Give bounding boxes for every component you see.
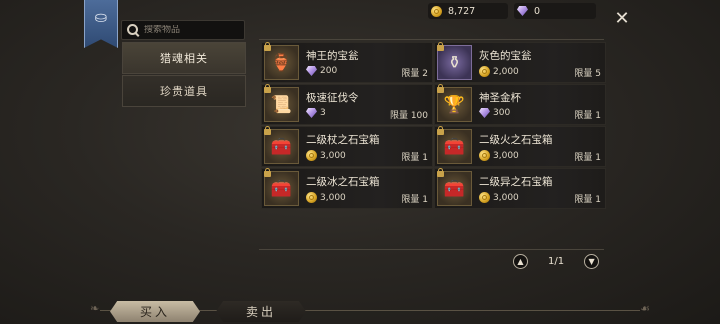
gem-icon	[517, 6, 528, 16]
item-name: 神圣金杯	[479, 92, 521, 104]
search-box[interactable]	[121, 20, 245, 40]
gem-icon	[306, 66, 317, 76]
item-name: 二级异之石宝箱	[479, 176, 553, 188]
lock-icon	[437, 126, 444, 135]
shop-item[interactable]: 🏆 神圣金杯 300 限量 1	[434, 84, 606, 125]
sell-tab-button[interactable]: 卖出	[216, 301, 306, 322]
gold-coin-icon	[479, 150, 490, 161]
gold-coin-icon	[479, 192, 490, 203]
item-name: 极速征伐令	[306, 92, 359, 104]
page-indicator: 1/1	[548, 255, 565, 267]
bag-icon: ⛀	[94, 8, 108, 26]
chalice-icon: 🏆	[437, 84, 472, 122]
item-name: 神王的宝瓮	[306, 50, 359, 62]
item-price: 3,000	[306, 150, 346, 161]
item-limit: 限量 100	[389, 111, 428, 121]
item-limit: 限量 1	[574, 195, 601, 205]
lock-icon	[437, 168, 444, 177]
gem-icon	[306, 108, 317, 118]
treasure-chest-icon: 🧰	[264, 168, 299, 206]
close-icon[interactable]: ✕	[612, 9, 632, 29]
gem-amount: 0	[534, 5, 541, 17]
item-price: 200	[306, 66, 337, 76]
gold-amount: 8,727	[448, 5, 476, 17]
item-name: 二级火之石宝箱	[479, 134, 553, 146]
shop-item[interactable]: ⚱ 灰色的宝瓮 2,000 限量 5	[434, 42, 606, 83]
item-limit: 限量 2	[401, 69, 428, 79]
page-up-icon[interactable]: ▲	[513, 253, 528, 269]
lock-icon	[264, 126, 271, 135]
urn-icon: 🏺	[264, 42, 299, 80]
shop-item[interactable]: 📜 极速征伐令 3 限量 100	[261, 84, 433, 125]
gem-icon	[479, 108, 490, 118]
treasure-chest-icon: 🧰	[437, 126, 472, 164]
shop-item[interactable]: 🏺 神王的宝瓮 200 限量 2	[261, 42, 433, 83]
list-divider-top	[259, 39, 604, 40]
item-limit: 限量 1	[574, 153, 601, 163]
item-price: 3,000	[479, 192, 519, 203]
category-tab-precious-items[interactable]: 珍贵道具	[122, 75, 246, 107]
item-price: 2,000	[479, 66, 519, 77]
item-price: 3,000	[479, 150, 519, 161]
gold-coin-icon	[479, 66, 490, 77]
bottom-tab-bar: ❧ 买入 卖出 ☙	[90, 296, 650, 324]
lock-icon	[264, 42, 271, 51]
shop-item[interactable]: 🧰 二级火之石宝箱 3,000 限量 1	[434, 126, 606, 167]
lock-icon	[264, 84, 271, 93]
search-input[interactable]	[144, 25, 240, 35]
gray-urn-icon: ⚱	[437, 42, 472, 80]
gold-coin-icon	[306, 150, 317, 161]
item-limit: 限量 1	[574, 111, 601, 121]
buy-tab-button[interactable]: 买入	[110, 301, 200, 322]
ornament-left-icon: ❧	[90, 302, 100, 315]
shop-item[interactable]: 🧰 二级杖之石宝箱 3,000 限量 1	[261, 126, 433, 167]
item-price: 300	[479, 108, 510, 118]
treasure-chest-icon: 🧰	[437, 168, 472, 206]
shop-item[interactable]: 🧰 二级冰之石宝箱 3,000 限量 1	[261, 168, 433, 209]
lock-icon	[264, 168, 271, 177]
item-name: 二级冰之石宝箱	[306, 176, 380, 188]
shop-item[interactable]: 🧰 二级异之石宝箱 3,000 限量 1	[434, 168, 606, 209]
item-name: 二级杖之石宝箱	[306, 134, 380, 146]
item-name: 灰色的宝瓮	[479, 50, 532, 62]
item-limit: 限量 5	[574, 69, 601, 79]
shop-banner: ⛀	[84, 0, 118, 48]
lock-icon	[437, 84, 444, 93]
gold-balance: 8,727	[428, 3, 508, 19]
gem-balance: 0	[514, 3, 596, 19]
item-price: 3,000	[306, 192, 346, 203]
search-icon	[126, 23, 140, 37]
treasure-chest-icon: 🧰	[264, 126, 299, 164]
page-down-icon[interactable]: ▼	[584, 253, 600, 269]
gold-coin-icon	[431, 5, 442, 17]
list-divider-bottom	[259, 249, 604, 250]
scroll-icon: 📜	[264, 84, 299, 122]
lock-icon	[437, 42, 444, 51]
item-limit: 限量 1	[401, 153, 428, 163]
item-price: 3	[306, 108, 326, 118]
item-limit: 限量 1	[401, 195, 428, 205]
gold-coin-icon	[306, 192, 317, 203]
pagination: ▲ 1/1 ▼	[513, 252, 600, 270]
category-tab-hunter-soul[interactable]: 猎魂相关	[122, 42, 246, 74]
ornament-right-icon: ☙	[640, 302, 650, 315]
